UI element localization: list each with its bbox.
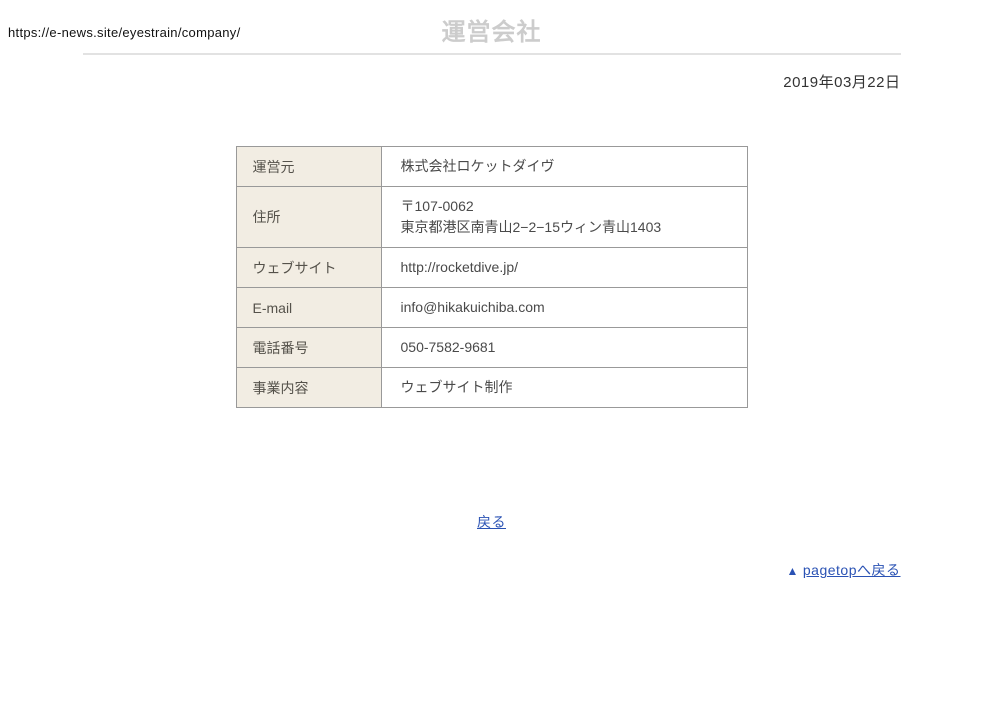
row-value-email: info@hikakuichiba.com <box>401 297 737 318</box>
pagetop-link-label: pagetopへ戻る <box>803 562 901 578</box>
content-container: 運営会社 2019年03月22日 運営元 株式会社ロケットダイヴ 住所 〒107… <box>83 20 901 580</box>
row-value-phone: 050-7582-9681 <box>401 337 737 358</box>
table-row: 住所 〒107-0062 東京都港区南青山2−2−15ウィン青山1403 <box>236 187 747 248</box>
table-row: 事業内容 ウェブサイト制作 <box>236 368 747 408</box>
row-label-address: 住所 <box>236 187 381 248</box>
row-label-operator: 運営元 <box>236 147 381 187</box>
pagetop-link[interactable]: ▲ pagetopへ戻る <box>787 562 901 578</box>
title-divider <box>83 53 901 55</box>
row-label-phone: 電話番号 <box>236 328 381 368</box>
up-triangle-icon: ▲ <box>787 564 799 578</box>
date-label: 2019年03月22日 <box>83 71 901 92</box>
row-value-address: 東京都港区南青山2−2−15ウィン青山1403 <box>401 217 737 238</box>
row-value-business: ウェブサイト制作 <box>401 377 737 398</box>
company-info-table: 運営元 株式会社ロケットダイヴ 住所 〒107-0062 東京都港区南青山2−2… <box>236 146 748 408</box>
back-link[interactable]: 戻る <box>477 514 506 530</box>
table-row: E-mail info@hikakuichiba.com <box>236 288 747 328</box>
table-row: 電話番号 050-7582-9681 <box>236 328 747 368</box>
pagetop-container: ▲ pagetopへ戻る <box>83 560 901 580</box>
row-label-website: ウェブサイト <box>236 248 381 288</box>
row-value-postal-code: 〒107-0062 <box>401 196 737 217</box>
page-title: 運営会社 <box>83 20 901 46</box>
row-label-business: 事業内容 <box>236 368 381 408</box>
table-row: 運営元 株式会社ロケットダイヴ <box>236 147 747 187</box>
row-value-operator: 株式会社ロケットダイヴ <box>401 156 737 177</box>
row-label-email: E-mail <box>236 288 381 328</box>
row-value-website: http://rocketdive.jp/ <box>401 257 737 278</box>
table-row: ウェブサイト http://rocketdive.jp/ <box>236 248 747 288</box>
back-link-container: 戻る <box>83 512 901 532</box>
